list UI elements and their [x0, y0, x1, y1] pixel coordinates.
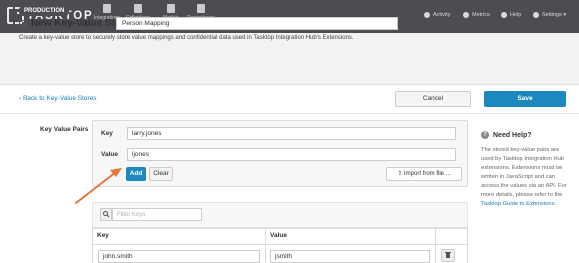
column-header-key: Key [97, 232, 109, 239]
search-icon [100, 208, 112, 221]
save-button[interactable]: Save [484, 91, 566, 107]
cancel-button[interactable]: Cancel [395, 91, 471, 107]
help-text: The stored key-value pairs are used by T… [481, 146, 573, 209]
value-label: Value [101, 151, 118, 158]
nav-metrics-label: Metrics [472, 12, 490, 18]
table-header-divider [92, 244, 468, 245]
bell-icon [424, 12, 430, 18]
models-icon [167, 4, 175, 13]
tasktop-guide-link[interactable]: Tasktop Guide to Extensions [481, 201, 554, 207]
store-name-input[interactable]: Person Mapping [116, 17, 398, 30]
key-value-store-icon [19, 20, 28, 29]
integrations-icon [103, 4, 111, 13]
key-input[interactable]: larry.jones [127, 127, 456, 140]
value-input[interactable]: ljones [127, 148, 456, 161]
back-to-stores-link[interactable]: ‹ Back to Key-Value Stores [19, 95, 97, 102]
filter-keys-input[interactable]: Filter Keys [112, 208, 202, 221]
page-subtitle: Create a key-value store to securely sto… [19, 35, 354, 41]
question-icon: ? [481, 131, 489, 139]
table-column-divider [435, 228, 436, 263]
help-icon [501, 12, 507, 18]
divider [0, 113, 579, 114]
help-body-text: The stored key-value pairs are used by T… [481, 147, 567, 198]
need-help-title: Need Help? [493, 131, 532, 139]
environment-badge: PRODUCTION [19, 6, 70, 16]
nav-help[interactable]: Help [501, 12, 521, 18]
gear-icon [533, 12, 539, 18]
nav-help-label: Help [510, 12, 522, 18]
help-body-end: . [554, 201, 557, 207]
table-column-divider [265, 228, 266, 263]
nav-settings[interactable]: Settings ▾ [533, 12, 566, 18]
need-help-heading: ? Need Help? [481, 131, 532, 139]
nav-activity-label: Activity [433, 12, 451, 18]
key-label: Key [101, 130, 113, 137]
nav-activity[interactable]: Activity [424, 12, 450, 18]
repositories-icon [197, 4, 205, 13]
nav-metrics[interactable]: Metrics [463, 12, 490, 18]
import-from-file-button[interactable]: ⇪ Import from file ... [386, 167, 462, 181]
collections-icon [134, 4, 142, 13]
trash-icon [445, 252, 451, 258]
annotation-arrow-icon [75, 168, 122, 204]
table-row-value-input[interactable]: jsmith [270, 250, 430, 263]
delete-row-button[interactable] [441, 249, 455, 262]
column-header-value: Value [270, 232, 287, 239]
add-button[interactable]: Add [126, 167, 146, 181]
nav-settings-label: Settings ▾ [542, 12, 567, 18]
key-value-pairs-label: Key Value Pairs [40, 126, 89, 133]
table-row-key-input[interactable]: john.smith [98, 250, 260, 263]
clear-button[interactable]: Clear [149, 167, 173, 181]
metrics-icon [463, 12, 469, 18]
